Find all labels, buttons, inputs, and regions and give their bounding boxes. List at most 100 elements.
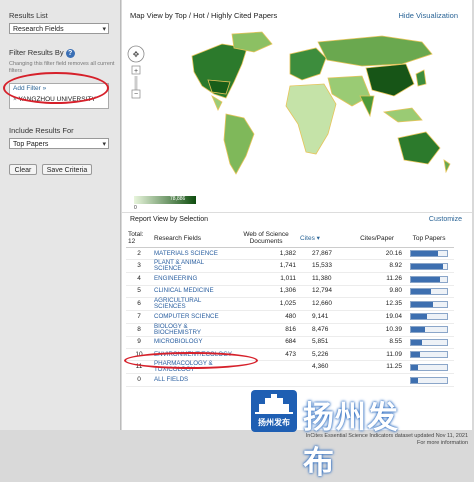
- map-region-central-america: [211, 95, 223, 111]
- filter-results-label: Filter Results By?: [9, 48, 75, 58]
- map-region-new-zealand: [443, 159, 451, 174]
- row-field-link[interactable]: MICROBIOLOGY: [152, 336, 235, 349]
- table-row[interactable]: 2 MATERIALS SCIENCE 1,382 27,867 20.16: [126, 247, 455, 261]
- map-region-greenland: [231, 31, 273, 53]
- col-top-papers[interactable]: Top Papers: [404, 229, 455, 248]
- save-criteria-button[interactable]: Save Criteria: [42, 164, 92, 175]
- divider: [122, 212, 472, 213]
- total-value: 12: [128, 238, 136, 245]
- row-cites-per-paper: 11.09: [350, 348, 405, 362]
- world-map[interactable]: ✥ + −: [122, 24, 472, 214]
- row-documents: 816: [234, 323, 299, 337]
- table-row[interactable]: 6 AGRICULTURAL SCIENCES 1,025 12,660 12.35: [126, 297, 455, 312]
- row-top-papers: [404, 373, 455, 387]
- watermark-text: 扬州发布: [303, 400, 399, 481]
- col-documents[interactable]: Web of Science Documents: [234, 229, 299, 248]
- row-field-link[interactable]: CLINICAL MEDICINE: [152, 285, 235, 299]
- row-rank: 5: [126, 285, 152, 299]
- top-papers-bar-fill: [411, 377, 418, 383]
- map-legend-max: 78,886: [170, 196, 186, 202]
- top-papers-bar: [410, 275, 449, 283]
- map-legend-gradient: [134, 196, 196, 204]
- chevron-down-icon: ▾: [102, 141, 106, 148]
- map-legend-min: 0: [134, 205, 137, 211]
- top-papers-bar: [410, 326, 449, 334]
- table-row[interactable]: 9 MICROBIOLOGY 684 5,851 8.55: [126, 336, 455, 349]
- col-cites[interactable]: Cites ▾: [298, 229, 351, 248]
- row-top-papers: [404, 336, 455, 349]
- pagoda-icon: [255, 394, 293, 414]
- table-header-row: Total: 12 Research Fields Web of Science…: [126, 229, 455, 248]
- top-papers-bar: [410, 351, 449, 359]
- watermark: 扬州发布 扬州发布: [251, 390, 401, 481]
- row-cites: [298, 373, 351, 387]
- row-cites: 11,380: [298, 272, 351, 286]
- table-row[interactable]: 0 ALL FIELDS: [126, 373, 455, 387]
- table-row[interactable]: 8 BIOLOGY & BIOCHEMISTRY 816 8,476 10.39: [126, 323, 455, 337]
- top-papers-bar-fill: [411, 251, 439, 257]
- row-rank: 9: [126, 336, 152, 349]
- svg-text:✥: ✥: [133, 50, 140, 59]
- row-cites-per-paper: 11.25: [350, 360, 405, 375]
- col-cites-label: Cites: [300, 234, 315, 242]
- map-region-india: [359, 95, 375, 118]
- row-cites: 5,226: [298, 348, 351, 362]
- row-field-link[interactable]: PLANT & ANIMAL SCIENCE: [152, 260, 235, 274]
- map-zoom-controls[interactable]: ✥ + −: [127, 45, 145, 99]
- top-papers-bar-fill: [411, 263, 444, 269]
- row-top-papers: [404, 360, 455, 375]
- row-documents: [234, 373, 299, 387]
- row-cites-per-paper: 8.92: [350, 259, 405, 274]
- row-cites-per-paper: 9.80: [350, 285, 405, 299]
- zoom-slider: [134, 76, 138, 90]
- col-research-fields[interactable]: Research Fields: [152, 229, 235, 248]
- results-list-label: Results List: [9, 11, 48, 20]
- help-icon[interactable]: ?: [65, 49, 75, 58]
- include-results-label: Include Results For: [9, 126, 74, 135]
- row-field-link[interactable]: ENGINEERING: [152, 272, 235, 286]
- clear-button[interactable]: Clear: [9, 164, 37, 175]
- map-region-southeast-asia: [382, 107, 423, 123]
- row-field-link[interactable]: BIOLOGY & BIOCHEMISTRY: [152, 323, 235, 337]
- total-label: Total:: [128, 231, 144, 238]
- row-field-link[interactable]: COMPUTER SCIENCE: [152, 310, 235, 324]
- annotation-circle-filter: [3, 72, 109, 104]
- map-title: Map View by Top / Hot / Highly Cited Pap…: [130, 11, 278, 20]
- row-cites-per-paper: 8.55: [350, 336, 405, 349]
- row-cites: 27,867: [298, 247, 351, 261]
- row-top-papers: [404, 259, 455, 274]
- hide-visualization-link[interactable]: Hide Visualization: [399, 11, 458, 20]
- chevron-down-icon: ▾: [102, 26, 106, 33]
- row-top-papers: [404, 247, 455, 261]
- col-cites-per-paper[interactable]: Cites/Paper: [350, 229, 405, 248]
- row-cites-per-paper: 12.35: [350, 297, 405, 312]
- row-cites: 8,476: [298, 323, 351, 337]
- svg-text:−: −: [134, 91, 138, 98]
- row-documents: 1,382: [234, 247, 299, 261]
- table-row[interactable]: 5 CLINICAL MEDICINE 1,306 12,794 9.80: [126, 285, 455, 299]
- top-papers-bar: [410, 363, 449, 371]
- map-region-europe: [289, 47, 327, 81]
- map-region-australia: [397, 131, 441, 165]
- table-row[interactable]: 7 COMPUTER SCIENCE 480 9,141 19.04: [126, 310, 455, 324]
- row-top-papers: [404, 310, 455, 324]
- row-documents: 1,025: [234, 297, 299, 312]
- table-row[interactable]: 3 PLANT & ANIMAL SCIENCE 1,741 15,533 8.92: [126, 259, 455, 274]
- customize-link[interactable]: Customize: [429, 216, 462, 223]
- top-papers-bar: [410, 287, 449, 295]
- row-top-papers: [404, 272, 455, 286]
- row-cites: 9,141: [298, 310, 351, 324]
- include-results-select[interactable]: Top Papers ▾: [9, 138, 109, 149]
- row-field-link[interactable]: AGRICULTURAL SCIENCES: [152, 298, 235, 312]
- results-list-select[interactable]: Research Fields ▾: [9, 23, 109, 34]
- row-documents: 684: [234, 336, 299, 349]
- row-field-link[interactable]: MATERIALS SCIENCE: [152, 247, 235, 261]
- top-papers-bar-fill: [411, 327, 426, 333]
- map-region-africa: [285, 83, 337, 155]
- row-cites-per-paper: 10.39: [350, 323, 405, 337]
- watermark-logo-text: 扬州发布: [258, 418, 290, 427]
- table-row[interactable]: 4 ENGINEERING 1,011 11,380 11.26: [126, 272, 455, 286]
- row-cites-per-paper: 11.26: [350, 272, 405, 286]
- map-region-russia: [317, 35, 433, 67]
- row-field-link[interactable]: ALL FIELDS: [152, 373, 235, 387]
